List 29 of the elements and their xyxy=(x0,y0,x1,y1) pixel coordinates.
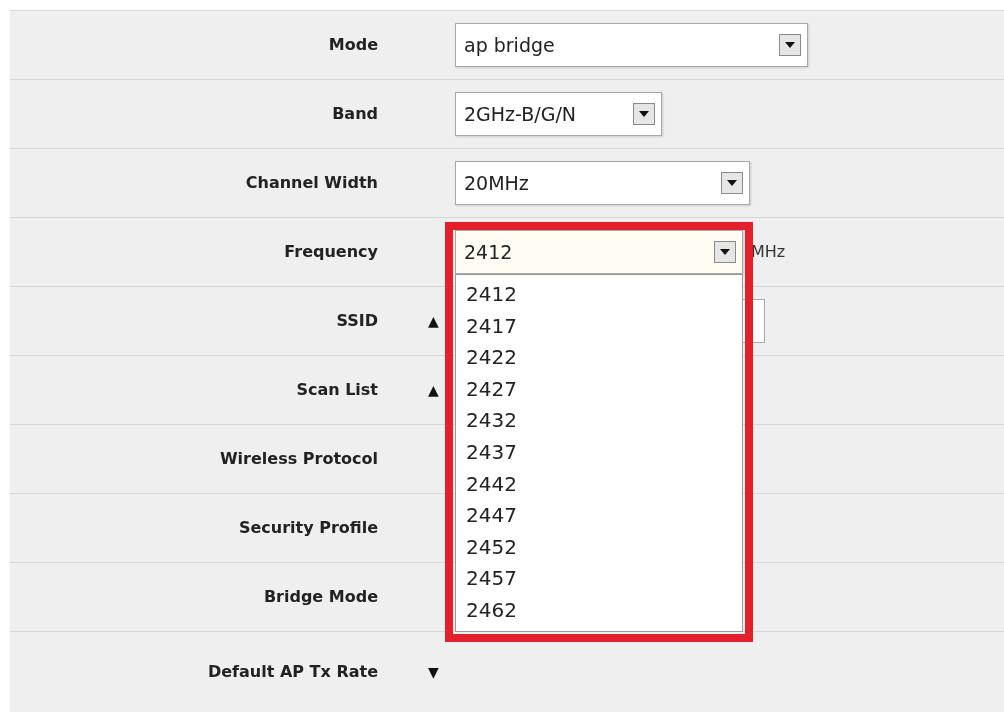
dropdown-option[interactable]: 2412 xyxy=(456,279,742,311)
dropdown-option[interactable]: 2452 xyxy=(456,531,742,564)
toggle-arrow[interactable]: ▼ xyxy=(428,661,439,683)
dropdown-option[interactable]: 2427 xyxy=(456,373,742,406)
dropdown-select[interactable]: 20MHz xyxy=(455,161,750,205)
dropdown-select[interactable]: ap bridge xyxy=(455,23,808,67)
unit-label: MHz xyxy=(751,241,786,263)
field-label: Security Profile xyxy=(238,517,378,539)
dropdown-option[interactable]: 2422 xyxy=(456,342,742,374)
field-label: Bridge Mode xyxy=(263,586,378,608)
field-label: Mode xyxy=(328,34,378,56)
dropdown-select[interactable]: 2412 xyxy=(455,230,743,274)
toggle-arrow[interactable]: ▲ xyxy=(428,379,439,401)
toggle-arrow[interactable]: ▲ xyxy=(428,310,439,332)
dropdown-option[interactable]: 2432 xyxy=(456,405,742,437)
dropdown-option[interactable]: 2447 xyxy=(456,500,742,532)
field-label: Channel Width xyxy=(245,172,378,194)
dropdown-option[interactable]: 2417 xyxy=(456,310,742,343)
dropdown-option[interactable]: 2462 xyxy=(456,594,742,627)
dropdown-option[interactable]: 2442 xyxy=(456,468,742,501)
dropdown-option[interactable]: 2457 xyxy=(456,563,742,595)
field-label: Scan List xyxy=(296,379,378,401)
field-label: SSID xyxy=(336,310,378,332)
field-label: Default AP Tx Rate xyxy=(207,661,378,683)
field-label: Band xyxy=(332,103,378,125)
dropdown-select[interactable]: 2GHz-B/G/N xyxy=(455,92,662,136)
field-label: Wireless Protocol xyxy=(219,448,378,470)
dropdown-option[interactable]: 2437 xyxy=(456,436,742,469)
field-label: Frequency xyxy=(284,241,378,263)
